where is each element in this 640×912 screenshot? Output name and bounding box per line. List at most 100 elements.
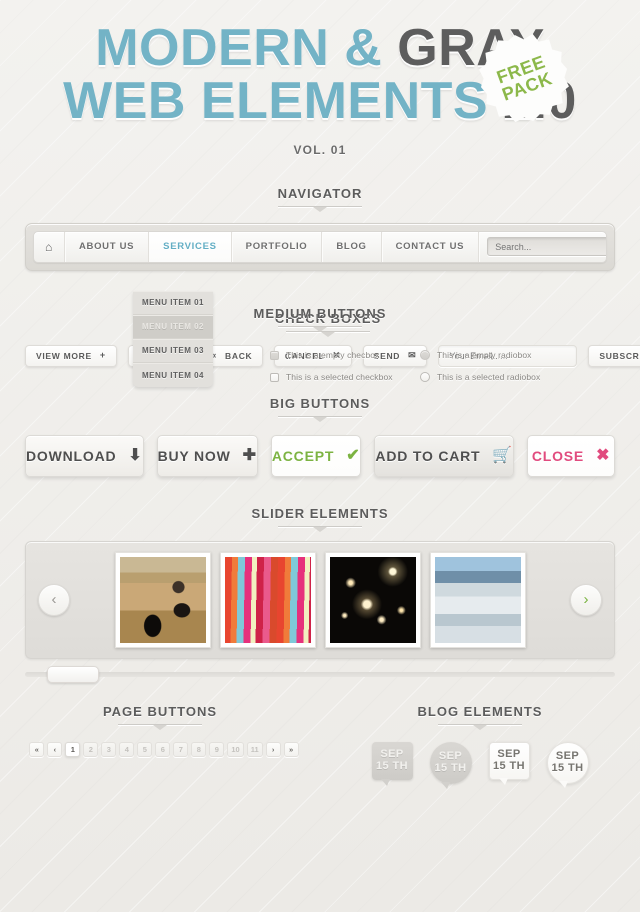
nav-label: CONTACT US <box>395 241 465 253</box>
pagination-first[interactable]: « <box>29 741 45 757</box>
button-label: SUBSCRIBE <box>599 350 640 361</box>
download-button[interactable]: DOWNLOAD ⬇ <box>25 434 144 477</box>
slider-slide-4[interactable] <box>429 551 526 648</box>
home-icon: ⌂ <box>45 239 53 254</box>
buy-now-button[interactable]: BUY NOW ✚ <box>156 434 258 477</box>
page-volume-label: VOL. 01 <box>293 142 347 157</box>
date-badge-square-white[interactable]: SEP 15 TH <box>488 741 530 785</box>
button-label: BUY NOW <box>157 447 231 464</box>
checkbox-label: This is a empty checbox <box>286 350 380 360</box>
date-badge-circle-gray[interactable]: SEP 15 TH <box>429 741 472 789</box>
pagination-page-4[interactable]: 4 <box>119 741 135 757</box>
section-rule <box>278 415 362 417</box>
pagination-prev[interactable]: ‹ <box>47 741 63 757</box>
plus-icon: + <box>99 350 106 361</box>
nav-item-about-us[interactable]: ABOUT US <box>65 231 150 262</box>
close-x-icon: ✖ <box>596 446 611 464</box>
speech-tail <box>440 781 450 789</box>
nav-label: PORTFOLIO <box>245 241 308 253</box>
search-input[interactable] <box>487 237 606 257</box>
speech-tail <box>558 780 568 788</box>
nav-label: SERVICES <box>163 241 217 253</box>
slider-slide-2[interactable] <box>219 551 316 648</box>
nav-item-portfolio[interactable]: PORTFOLIO <box>232 231 323 262</box>
checkbox-row-empty-checkbox[interactable]: This is a empty checbox <box>270 350 420 360</box>
checkbox-row-selected-checkbox[interactable]: This is a selected checkbox <box>270 372 420 382</box>
page-buttons-column: PAGE BUTTONS « ‹ 1 2 3 4 5 6 7 8 9 10 11… <box>0 703 320 784</box>
blog-elements-column: BLOG ELEMENTS SEP 15 TH SEP 15 TH SEP 15… <box>320 703 640 789</box>
add-to-cart-button[interactable]: ADD TO CART 🛒 <box>374 434 515 477</box>
slider-scrollbar-thumb[interactable] <box>47 665 99 683</box>
plus-icon: ✚ <box>242 446 257 464</box>
slider-panel: ‹ › <box>25 540 615 659</box>
pagination-page-9[interactable]: 9 <box>209 741 225 757</box>
slide-image-mountains <box>434 556 521 643</box>
section-title-page-buttons: PAGE BUTTONS <box>102 703 218 719</box>
nav-item-home[interactable]: ⌂ <box>34 231 65 262</box>
nav-label: BLOG <box>336 241 367 253</box>
checkbox-empty[interactable] <box>270 350 279 360</box>
button-label: ACCEPT <box>271 447 335 464</box>
slider-slide-3[interactable] <box>324 551 421 648</box>
section-rule <box>438 723 522 725</box>
pagination-page-8[interactable]: 8 <box>191 741 207 757</box>
section-title-navigator: NAVIGATOR <box>277 185 363 201</box>
pagination-next[interactable]: › <box>265 741 281 757</box>
slider-next-arrow[interactable]: › <box>570 583 602 616</box>
radio-empty[interactable] <box>420 350 430 360</box>
pagination-page-1[interactable]: 1 <box>65 741 81 757</box>
nav-item-blog[interactable]: BLOG <box>322 231 382 262</box>
radio-row-selected-radio[interactable]: This is a selected radiobox <box>420 372 570 382</box>
navigation-bar: ⌂ ABOUT US SERVICES PORTFOLIO BLOG CONTA… <box>33 230 607 263</box>
pagination-page-10[interactable]: 10 <box>227 741 244 757</box>
dropdown-item-03[interactable]: MENU ITEM 03 <box>133 339 213 363</box>
download-arrow-icon: ⬇ <box>128 446 143 464</box>
slide-image-motocross <box>119 556 206 643</box>
slider-prev-arrow[interactable]: ‹ <box>38 583 70 616</box>
nav-item-contact-us[interactable]: CONTACT US <box>382 231 480 262</box>
pagination-last[interactable]: » <box>283 741 299 757</box>
close-button[interactable]: CLOSE ✖ <box>527 434 615 477</box>
speech-tail <box>498 777 508 785</box>
pagination-page-5[interactable]: 5 <box>137 741 153 757</box>
section-heading-blog-elements: BLOG ELEMENTS <box>320 703 640 725</box>
nav-item-services[interactable]: SERVICES <box>149 231 232 262</box>
section-title-slider-elements: SLIDER ELEMENTS <box>251 505 389 521</box>
pagination-page-3[interactable]: 3 <box>101 741 117 757</box>
button-label: DOWNLOAD <box>26 447 117 464</box>
pagination-page-11[interactable]: 11 <box>246 741 263 757</box>
bottom-section: PAGE BUTTONS « ‹ 1 2 3 4 5 6 7 8 9 10 11… <box>0 703 640 789</box>
slider-scrollbar-track[interactable] <box>25 665 615 683</box>
radio-row-empty-radio[interactable]: This is a empty radiobox <box>420 350 570 360</box>
speech-tail <box>380 778 390 786</box>
pagination-page-7[interactable]: 7 <box>173 741 189 757</box>
section-rule <box>118 723 202 725</box>
section-heading-big-buttons: BIG BUTTONS <box>0 395 640 417</box>
checkbox-selected[interactable] <box>270 372 279 382</box>
section-rule <box>278 525 362 527</box>
radio-selected[interactable] <box>420 372 430 382</box>
date-badge-circle-white[interactable]: SEP 15 TH <box>546 741 589 788</box>
date-day: 15 TH <box>493 759 525 772</box>
section-rule <box>278 325 362 327</box>
section-rule <box>286 331 370 332</box>
pagination-page-6[interactable]: 6 <box>155 741 171 757</box>
radio-label: This is a selected radiobox <box>437 372 541 382</box>
section-title-medium-buttons: MEDIUM BUTTONS <box>253 305 387 321</box>
dropdown-item-04[interactable]: MENU ITEM 04 <box>133 363 213 387</box>
button-label: CLOSE <box>531 447 585 464</box>
nav-search-area: ⚲ <box>479 232 606 262</box>
accept-button[interactable]: ACCEPT ✔ <box>270 434 362 477</box>
section-heading-page-buttons: PAGE BUTTONS <box>0 703 320 725</box>
button-label: VIEW MORE <box>36 350 92 361</box>
pagination-page-2[interactable]: 2 <box>83 741 99 757</box>
slider-thumbnails <box>80 551 560 648</box>
slider-slide-1[interactable] <box>114 551 211 648</box>
pagination: « ‹ 1 2 3 4 5 6 7 8 9 10 11 › » <box>0 741 320 757</box>
view-more-button[interactable]: VIEW MORE + <box>25 344 117 367</box>
section-title-blog-elements: BLOG ELEMENTS <box>417 703 543 719</box>
date-badge-square-gray[interactable]: SEP 15 TH <box>371 741 413 786</box>
section-heading-slider-elements: SLIDER ELEMENTS <box>0 505 640 527</box>
section-rule <box>278 205 362 207</box>
section-heading-navigator: NAVIGATOR <box>0 185 640 207</box>
